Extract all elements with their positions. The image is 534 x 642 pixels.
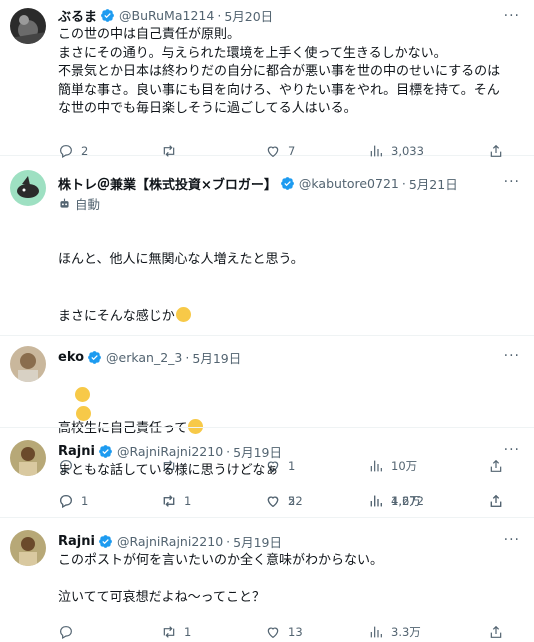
avatar[interactable] [10,346,46,382]
thinking-face-emoji-icon [75,406,91,421]
views-icon [370,626,382,637]
robot-icon [60,198,69,208]
separator-dot: · [226,533,231,549]
tweet[interactable]: eko @erkan_2_3 · 5月19日 ··· 1 10万 [0,336,534,474]
verified-badge-icon [281,176,294,190]
retweet-button[interactable]: 1 [161,493,265,509]
user-handle[interactable]: @erkan_2_3 [106,350,182,365]
tweet-header: 株トレ＠兼業【株式投資×ブロガー】 @kabutore0721 · 5月21日 [58,172,524,194]
tweet-header: Rajni @RajniRajni2210 · 5月19日 [58,440,524,462]
avatar[interactable] [10,530,46,566]
share-button[interactable] [488,624,504,640]
view-count: 3.3万 [391,624,421,639]
automated-label: 自動 [58,194,524,212]
tweet-text: まともな話している様に思うけどなぁ [58,463,279,478]
tweet-header: ぶるま @BuRuMa1214 · 5月20日 [58,4,524,26]
separator-dot: · [185,349,190,365]
verified-badge-icon [101,8,114,22]
view-count: 4.6万 [391,493,421,508]
verified-badge-icon [88,350,101,364]
reply-button[interactable] [58,624,161,640]
retweet-icon [163,494,175,507]
reply-icon [60,494,72,508]
sweat-smile-emoji-icon [175,306,191,322]
like-icon [267,496,279,507]
verified-badge-icon [99,444,112,458]
separator-dot: · [401,175,406,191]
retweet-count: 1 [184,624,192,639]
tweet-date[interactable]: 5月19日 [192,348,241,367]
avatar[interactable] [10,8,46,44]
tweet-date[interactable]: 5月21日 [409,174,458,193]
display-name[interactable]: ぶるま [58,6,97,25]
like-icon [267,627,279,638]
share-icon [490,625,502,638]
like-count: 13 [288,624,303,639]
tweet-header: Rajni @RajniRajni2210 · 5月19日 [58,530,524,552]
like-count: 22 [288,493,303,508]
reply-icon [60,625,72,639]
more-icon[interactable]: ··· [504,8,520,24]
retweet-icon [163,625,175,638]
tweet-header: eko @erkan_2_3 · 5月19日 [58,346,524,368]
share-button[interactable] [488,493,504,509]
verified-badge-icon [99,534,112,548]
tweet-text: この世の中は自己責任が原則。 まさにその通り。与えられた環境を上手く使って生きるし… [58,27,501,116]
display-name[interactable]: eko [58,350,84,365]
automated-text: 自動 [75,196,101,212]
tweet[interactable]: Rajni @RajniRajni2210 · 5月19日 ··· まともな話し… [0,428,534,518]
tweet[interactable]: Rajni @RajniRajni2210 · 5月19日 ··· このポストが… [0,518,534,642]
more-icon[interactable]: ··· [504,348,520,364]
action-bar: 1 13 3.3万 [58,614,524,642]
tweet-date[interactable]: 5月19日 [233,442,282,461]
separator-dot: · [217,7,222,23]
display-name[interactable]: 株トレ＠兼業【株式投資×ブロガー】 [58,174,277,193]
retweet-button[interactable]: 1 [161,624,265,640]
views-button[interactable]: 4.6万 [368,493,488,509]
display-name[interactable]: Rajni [58,444,95,459]
avatar[interactable] [10,440,46,476]
tweet-date[interactable]: 5月19日 [233,532,282,551]
more-icon[interactable]: ··· [504,174,520,190]
like-button[interactable]: 22 [265,493,368,509]
tweet-date[interactable]: 5月20日 [224,6,273,25]
user-handle[interactable]: @RajniRajni2210 [117,444,223,459]
like-button[interactable]: 13 [265,624,368,640]
tweet[interactable]: ぶるま @BuRuMa1214 · 5月20日 ··· この世の中は自己責任が原… [0,0,534,158]
reply-button[interactable] [58,493,161,509]
avatar[interactable] [10,170,46,206]
retweet-count: 1 [184,493,192,508]
tweet-text: このポストが何を言いたいのか全く意味がわからない。 泣いてて可哀想だよね〜ってこと… [58,553,384,605]
user-handle[interactable]: @BuRuMa1214 [119,8,214,23]
thinking-face-emoji-icon [74,386,90,402]
views-icon [370,495,382,506]
share-icon [490,494,502,507]
action-bar: 1 22 4.6万 [58,483,524,519]
tweet[interactable]: 株トレ＠兼業【株式投資×ブロガー】 @kabutore0721 · 5月21日 … [0,156,534,509]
views-button[interactable]: 3.3万 [368,624,488,640]
more-icon[interactable]: ··· [504,532,520,548]
separator-dot: · [226,443,231,459]
user-handle[interactable]: @kabutore0721 [299,176,399,191]
display-name[interactable]: Rajni [58,534,95,549]
user-handle[interactable]: @RajniRajni2210 [117,534,223,549]
more-icon[interactable]: ··· [504,442,520,458]
